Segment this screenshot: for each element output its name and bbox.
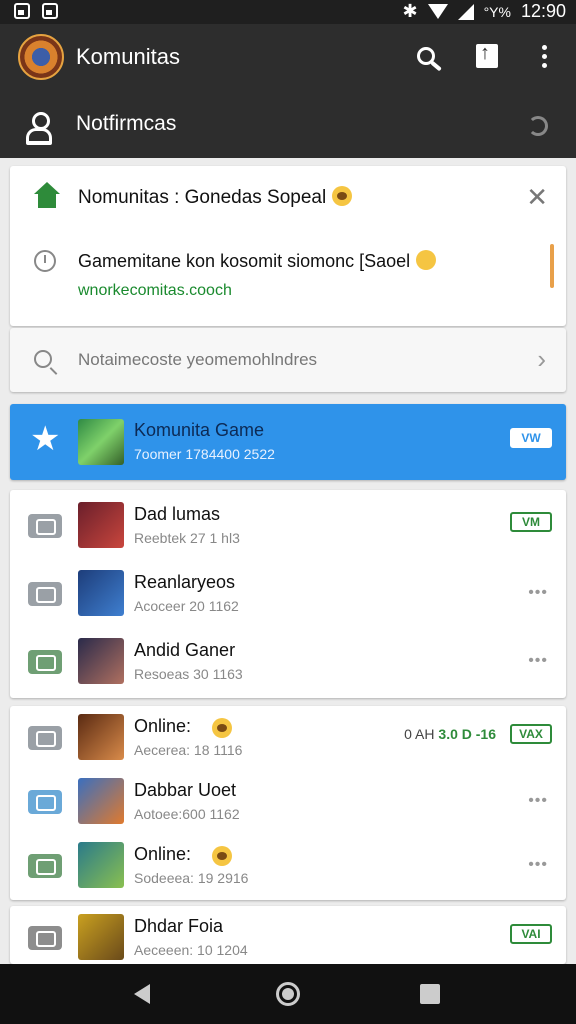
search-icon — [417, 47, 435, 65]
list-item-title: Dabbar Uoet — [134, 780, 237, 800]
list-item-subtitle: Aecerea: 18 1116 — [134, 742, 243, 758]
overflow-menu-button[interactable] — [526, 38, 562, 74]
featured-badge: VW — [510, 428, 552, 448]
cell-signal-icon — [457, 3, 474, 20]
list-item[interactable]: Dhdar Foia Aeceeen: 10 1204 VAI — [10, 906, 566, 970]
navigation-bar — [0, 964, 576, 1024]
community-type-icon — [28, 514, 62, 538]
list-item[interactable]: Online: Aecerea: 18 1116 0 AH 3.0 D -16 VAX — [10, 706, 566, 770]
community-thumbnail — [78, 502, 124, 548]
app-title: Komunitas — [76, 44, 180, 69]
community-type-icon — [28, 926, 62, 950]
list-item-subtitle: Aotoee:600 1162 — [134, 806, 240, 822]
search-row-text: Notaimecoste yeomemohlndres — [78, 350, 318, 369]
emoji-icon — [212, 718, 232, 738]
app-logo-icon — [18, 34, 64, 80]
home-icon — [34, 182, 60, 210]
community-group-1: Dad lumas Reebtek 27 1 hl3 VM Reanlaryeos Ac… — [10, 490, 566, 698]
list-item[interactable]: Reanlaryeos Acoceer 20 1162 ••• — [10, 562, 566, 626]
more-vertical-icon — [541, 44, 547, 68]
status-badge: VAI — [510, 924, 552, 944]
list-item[interactable]: Dabbar Uoet Aotoee:600 1162 ••• — [10, 770, 566, 834]
clock: 12:90 — [520, 1, 566, 21]
community-thumbnail — [78, 842, 124, 888]
recents-icon[interactable] — [420, 984, 440, 1004]
scroll-indicator — [550, 244, 554, 288]
pinned-title: Nomunitas : Gonedas Sopeal — [78, 186, 353, 209]
community-type-icon — [28, 854, 62, 878]
more-horizontal-icon[interactable]: ••• — [528, 584, 548, 602]
community-thumbnail — [78, 638, 124, 684]
featured-subtitle: 7oomer 1784400 2522 — [134, 446, 275, 462]
upload-icon — [476, 42, 498, 68]
status-badge: VM — [510, 512, 552, 532]
list-item-title: Reanlaryeos — [134, 572, 236, 592]
close-icon[interactable]: ✕ — [526, 182, 548, 213]
community-type-icon — [28, 582, 62, 606]
clock-icon — [34, 250, 56, 272]
list-item-title: Andid Ganer — [134, 640, 236, 660]
person-icon — [26, 112, 52, 145]
list-item[interactable]: Andid Ganer Resoeas 30 1163 ••• — [10, 630, 566, 694]
chevron-right-icon: › — [537, 344, 546, 374]
status-bar: ✱ °Y% 12:90 — [0, 0, 576, 24]
list-item-subtitle: Acoceer 20 1162 — [134, 598, 239, 614]
image-notification-icon — [14, 3, 30, 19]
notifications-label: Notfirmcas — [76, 112, 177, 135]
community-type-icon — [28, 790, 62, 814]
wifi-icon — [427, 4, 448, 19]
featured-title: Komunita Game — [134, 420, 265, 440]
loading-spinner-icon — [528, 116, 548, 136]
stats-online: 3.0 D -16 — [438, 726, 496, 742]
community-type-icon — [28, 650, 62, 674]
more-horizontal-icon[interactable]: ••• — [528, 792, 548, 810]
list-item-title: Online: — [134, 716, 192, 736]
home-button-icon[interactable] — [276, 982, 300, 1006]
list-item-subtitle: Resoeas 30 1163 — [134, 666, 243, 682]
list-item-subtitle: Aeceeen: 10 1204 — [134, 942, 248, 958]
community-thumbnail — [78, 778, 124, 824]
status-badge: VAX — [510, 724, 552, 744]
stats-count: 0 AH — [404, 726, 435, 742]
star-icon: ★ — [30, 420, 61, 458]
sparkle-emoji-icon — [416, 250, 437, 270]
featured-community[interactable]: ★ Komunita Game 7oomer 1784400 2522 VW — [10, 404, 566, 480]
back-icon[interactable] — [134, 984, 150, 1004]
search-icon — [34, 350, 52, 368]
featured-thumbnail — [78, 419, 124, 465]
community-thumbnail — [78, 714, 124, 760]
list-item-title: Online: — [134, 844, 192, 864]
pinned-description: Gamemitane kon kosomit siomonc [Saoel — [78, 250, 437, 272]
community-group-3: Dhdar Foia Aeceeen: 10 1204 VAI — [10, 906, 566, 964]
list-item[interactable]: Dad lumas Reebtek 27 1 hl3 VM — [10, 494, 566, 558]
community-thumbnail — [78, 570, 124, 616]
list-item-subtitle: Reebtek 27 1 hl3 — [134, 530, 240, 546]
list-item-title: Dhdar Foia — [134, 916, 224, 936]
emoji-icon — [332, 186, 353, 206]
list-item[interactable]: Online: Sodeeea: 19 2916 ••• — [10, 834, 566, 898]
online-stats: 0 AH 3.0 D -16 — [404, 726, 496, 742]
pinned-community-card[interactable]: Nomunitas : Gonedas Sopeal ✕ Gamemitane … — [10, 166, 566, 326]
app-bar: Komunitas Notfirmcas — [0, 24, 576, 158]
community-group-2: Online: Aecerea: 18 1116 0 AH 3.0 D -16 VAX… — [10, 706, 566, 900]
list-item-subtitle: Sodeeea: 19 2916 — [134, 870, 249, 886]
signal-percent: °Y% — [483, 3, 511, 20]
search-button[interactable] — [408, 38, 444, 74]
more-horizontal-icon[interactable]: ••• — [528, 652, 548, 670]
emoji-icon — [212, 846, 232, 866]
search-row[interactable]: Notaimecoste yeomemohlndres › — [10, 328, 566, 392]
community-thumbnail — [78, 914, 124, 960]
more-horizontal-icon[interactable]: ••• — [528, 856, 548, 874]
bluetooth-icon: ✱ — [402, 1, 418, 21]
pinned-link[interactable]: wnorkecomitas.cooch — [78, 282, 232, 300]
gallery-notification-icon — [42, 3, 58, 19]
list-item-title: Dad lumas — [134, 504, 221, 524]
community-type-icon — [28, 726, 62, 750]
upload-button[interactable] — [469, 38, 505, 74]
notifications-row[interactable]: Notfirmcas — [0, 100, 576, 156]
